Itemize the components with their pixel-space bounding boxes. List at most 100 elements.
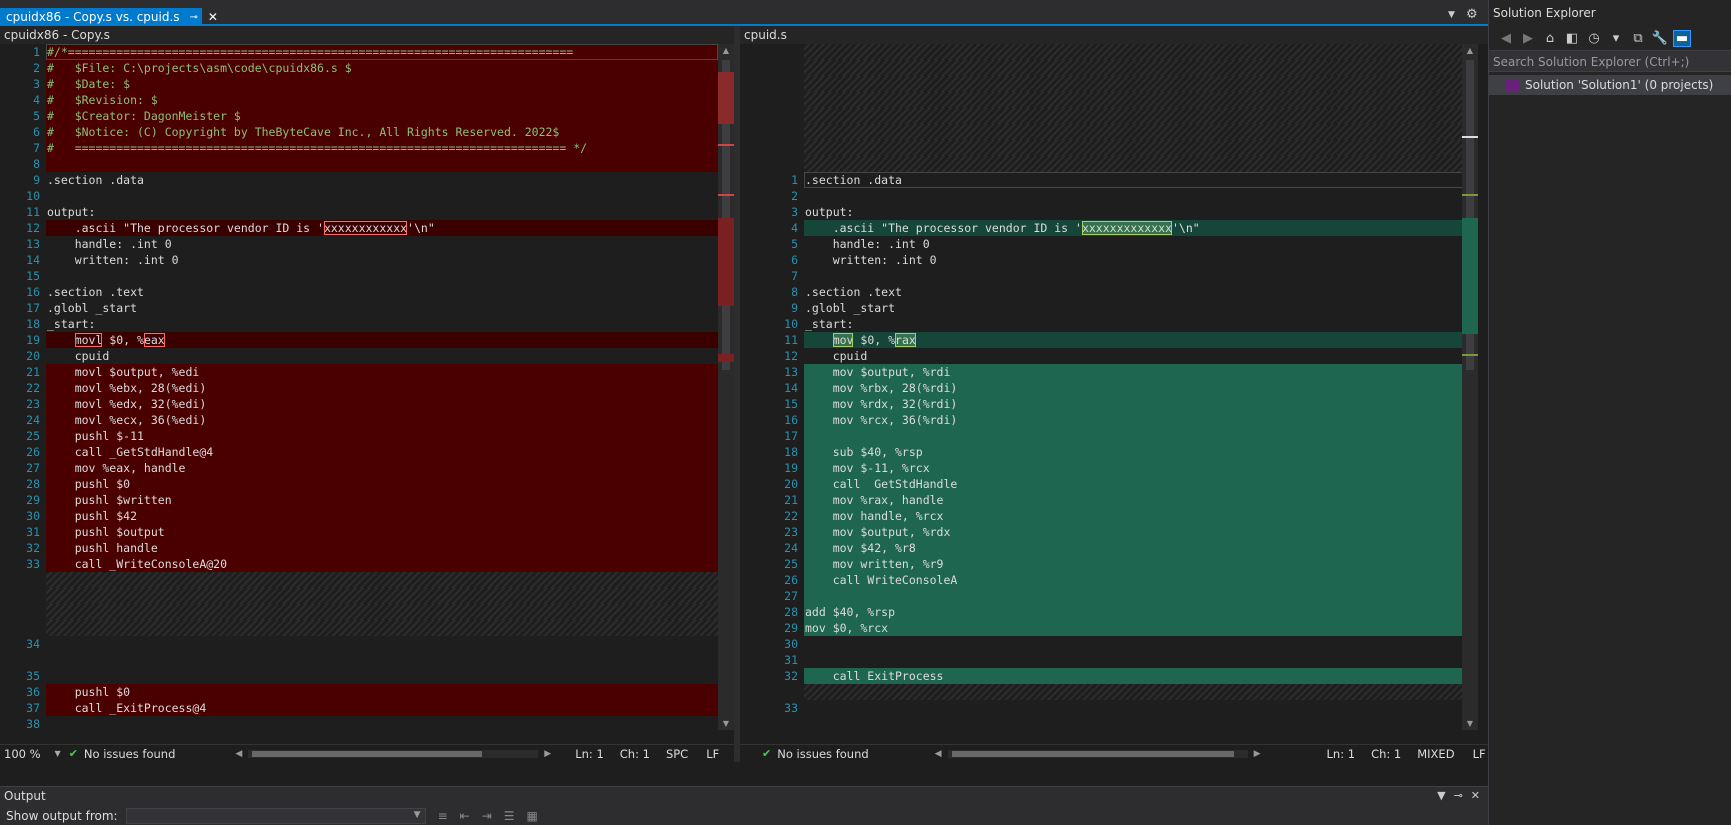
left-code-area[interactable]: #/*=====================================… (46, 44, 718, 732)
code-line[interactable]: .globl _start (46, 300, 718, 316)
issues-status[interactable]: No issues found (777, 747, 868, 761)
line-ending[interactable]: LF (1473, 747, 1486, 761)
code-line[interactable]: .ascii "The processor vendor ID is 'xxxx… (804, 220, 1468, 236)
code-line[interactable]: call ExitProcess (804, 668, 1468, 684)
code-line[interactable] (804, 76, 1468, 92)
code-line[interactable]: written: .int 0 (46, 252, 718, 268)
code-line[interactable]: movl $0, %eax (46, 332, 718, 348)
find-message-icon[interactable]: ≡ (438, 809, 448, 823)
code-line[interactable]: pushl $written (46, 492, 718, 508)
code-line[interactable]: cpuid (804, 348, 1468, 364)
output-source-select[interactable]: ▼ (125, 808, 426, 824)
scroll-down-arrow-icon[interactable]: ▼ (718, 719, 734, 728)
forward-icon[interactable]: ▶ (1519, 31, 1537, 46)
code-line[interactable]: movl $output, %edi (46, 364, 718, 380)
right-code-area[interactable]: .section .data output: .ascii "The proces… (804, 44, 1468, 716)
code-line[interactable] (804, 140, 1468, 156)
collapse-all-icon[interactable]: ⧉ (1629, 31, 1647, 46)
code-line[interactable]: pushl $-11 (46, 428, 718, 444)
scroll-left-arrow-icon[interactable]: ◀ (235, 749, 242, 759)
code-line[interactable]: # $File: C:\projects\asm\code\cpuidx86.s… (46, 60, 718, 76)
code-line[interactable]: output: (804, 204, 1468, 220)
settings-gear-icon[interactable]: ⚙ (1466, 7, 1478, 22)
scroll-up-arrow-icon[interactable]: ▲ (1462, 46, 1478, 55)
code-line[interactable]: # ======================================… (46, 140, 718, 156)
code-line[interactable]: .section .data (804, 172, 1468, 188)
code-line[interactable]: output: (46, 204, 718, 220)
code-line[interactable]: call _WriteConsoleA@20 (46, 556, 718, 572)
code-line[interactable]: call _GetStdHandle@4 (46, 444, 718, 460)
code-line[interactable] (804, 156, 1468, 172)
code-line[interactable] (46, 716, 718, 732)
word-wrap-icon[interactable]: ▦ (527, 809, 538, 823)
code-line[interactable]: mov $output, %rdx (804, 524, 1468, 540)
code-line[interactable] (46, 652, 718, 668)
whitespace-mode[interactable]: MIXED (1417, 747, 1454, 761)
right-vertical-scrollbar[interactable]: ▲ ▼ (1462, 44, 1478, 730)
code-line[interactable]: pushl $0 (46, 684, 718, 700)
code-line[interactable] (46, 604, 718, 620)
code-line[interactable] (804, 428, 1468, 444)
code-line[interactable]: call _ExitProcess@4 (46, 700, 718, 716)
code-line[interactable]: mov $42, %r8 (804, 540, 1468, 556)
output-options-dropdown-icon[interactable]: ▼ (1437, 789, 1445, 802)
left-diff-pane[interactable]: cpuidx86 - Copy.s 1 2 3 4 5 6 7 8 9 10 11 12 13 14 15 1… (0, 26, 734, 762)
code-line[interactable] (804, 268, 1468, 284)
properties-wrench-icon[interactable]: 🔧 (1651, 31, 1669, 46)
close-tab-icon[interactable]: ✕ (208, 10, 218, 24)
code-line[interactable] (804, 92, 1468, 108)
code-line[interactable]: pushl $0 (46, 476, 718, 492)
code-line[interactable]: _start: (804, 316, 1468, 332)
code-line[interactable] (804, 652, 1468, 668)
code-line[interactable]: # $Date: $ (46, 76, 718, 92)
code-line[interactable]: pushl handle (46, 540, 718, 556)
document-tab[interactable]: cpuidx86 - Copy.s vs. cpuid.s ⊸ ✕ (0, 8, 218, 26)
code-line[interactable]: movl %ebx, 28(%edi) (46, 380, 718, 396)
code-line[interactable]: sub $40, %rsp (804, 444, 1468, 460)
code-line[interactable]: call GetStdHandle (804, 476, 1468, 492)
pending-changes-icon[interactable]: ◷ (1585, 31, 1603, 46)
code-line[interactable]: mov written, %r9 (804, 556, 1468, 572)
clear-all-icon[interactable]: ☰ (504, 809, 515, 823)
code-line[interactable] (804, 700, 1468, 716)
code-line[interactable]: cpuid (46, 348, 718, 364)
issues-status[interactable]: No issues found (84, 747, 175, 761)
code-line[interactable]: mov %rbx, 28(%rdi) (804, 380, 1468, 396)
code-line[interactable]: _start: (46, 316, 718, 332)
code-line[interactable] (46, 188, 718, 204)
code-line[interactable]: mov handle, %rcx (804, 508, 1468, 524)
next-message-icon[interactable]: ⇥ (482, 809, 492, 823)
code-line[interactable] (46, 268, 718, 284)
solution-explorer-search-input[interactable]: Search Solution Explorer (Ctrl+;) (1489, 50, 1731, 72)
code-line[interactable]: mov $0, %rcx (804, 620, 1468, 636)
line-ending[interactable]: LF (706, 747, 719, 761)
code-line[interactable]: mov %eax, handle (46, 460, 718, 476)
output-close-icon[interactable]: ✕ (1471, 789, 1480, 802)
code-line[interactable] (804, 588, 1468, 604)
solution-tree-item[interactable]: Solution 'Solution1' (0 projects) (1489, 75, 1731, 95)
tab-list-dropdown-icon[interactable]: ▼ (1448, 10, 1455, 20)
code-line[interactable] (46, 572, 718, 588)
code-line[interactable]: mov $output, %rdi (804, 364, 1468, 380)
code-line[interactable]: movl %ecx, 36(%edi) (46, 412, 718, 428)
code-line[interactable] (46, 588, 718, 604)
switch-views-icon[interactable]: ◧ (1563, 31, 1581, 46)
code-line[interactable]: mov $0, %rax (804, 332, 1468, 348)
zoom-level[interactable]: 100 % (4, 747, 41, 761)
code-line[interactable] (804, 124, 1468, 140)
code-line[interactable] (46, 156, 718, 172)
scroll-up-arrow-icon[interactable]: ▲ (718, 46, 734, 55)
code-line[interactable]: movl %edx, 32(%edi) (46, 396, 718, 412)
code-line[interactable]: .globl _start (804, 300, 1468, 316)
right-horizontal-scrollbar[interactable] (947, 749, 1248, 758)
code-line[interactable]: # $Revision: $ (46, 92, 718, 108)
left-horizontal-scrollbar[interactable] (248, 749, 539, 758)
code-line[interactable] (46, 620, 718, 636)
code-line[interactable] (804, 636, 1468, 652)
code-line[interactable]: mov %rdx, 32(%rdi) (804, 396, 1468, 412)
filter-dropdown-icon[interactable]: ▾ (1607, 31, 1625, 46)
code-line[interactable]: handle: .int 0 (804, 236, 1468, 252)
code-line[interactable]: mov $-11, %rcx (804, 460, 1468, 476)
code-line[interactable]: written: .int 0 (804, 252, 1468, 268)
code-line[interactable] (46, 668, 718, 684)
